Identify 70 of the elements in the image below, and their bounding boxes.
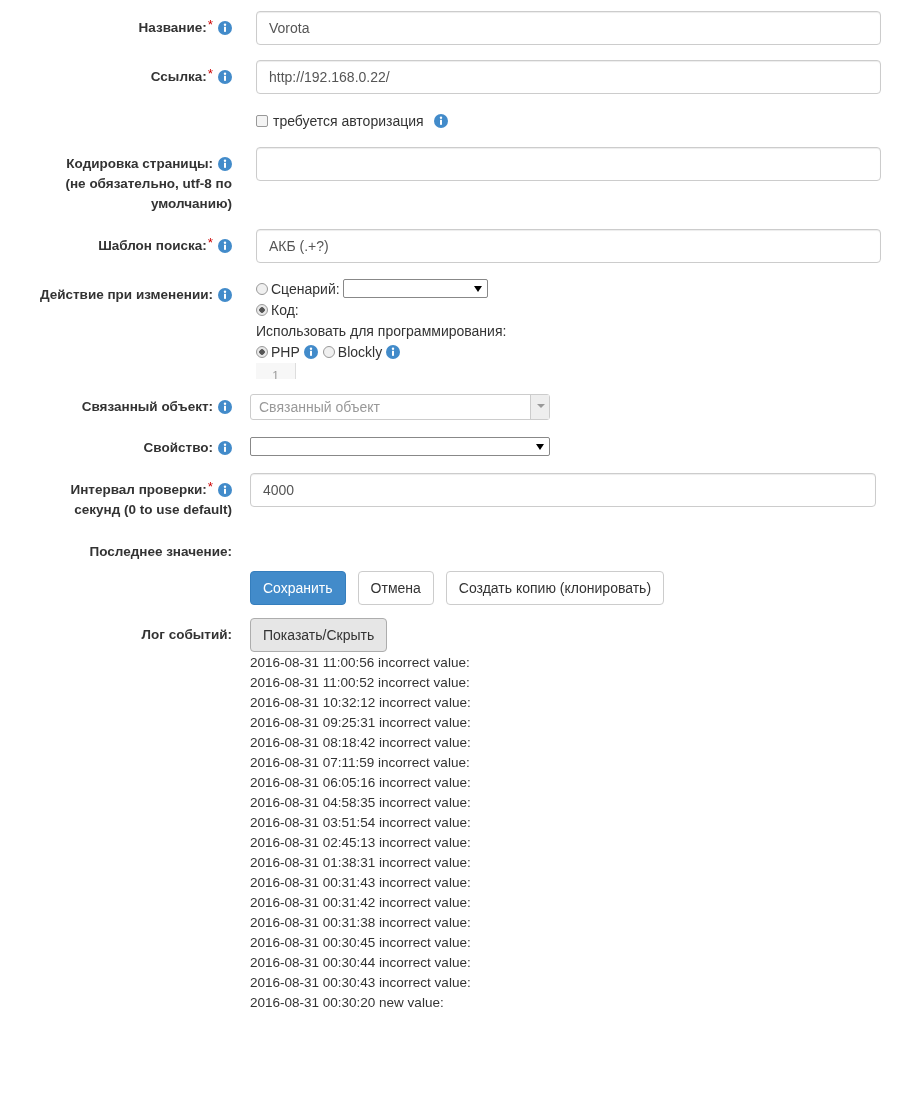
log-entry: 2016-08-31 10:32:12 incorrect value: (250, 694, 471, 712)
scenario-select[interactable] (342, 279, 488, 298)
log-entry: 2016-08-31 11:00:56 incorrect value: (250, 654, 470, 672)
info-icon[interactable] (218, 400, 232, 414)
info-icon[interactable] (433, 114, 448, 128)
log-entry: 2016-08-31 00:30:20 new value: (250, 994, 444, 1012)
text-field[interactable]: http://192.168.0.22/ (256, 60, 881, 94)
info-icon[interactable] (218, 70, 232, 84)
log-entry: 2016-08-31 11:00:52 incorrect value: (250, 674, 470, 692)
info-icon[interactable] (218, 441, 232, 455)
log-entry: 2016-08-31 06:05:16 incorrect value: (250, 774, 471, 792)
text-field[interactable] (256, 147, 881, 181)
radio-button[interactable] (256, 303, 268, 316)
log-entry: 2016-08-31 00:30:44 incorrect value: (250, 954, 471, 972)
field-label: Действие при изменении: (39, 286, 213, 304)
field-label: Ссылка: (150, 68, 207, 86)
info-icon[interactable] (218, 239, 232, 253)
field-label: Последнее значение: (89, 543, 232, 561)
info-icon[interactable] (218, 483, 232, 497)
log-entry: 2016-08-31 00:31:43 incorrect value: (250, 874, 471, 892)
radio-label[interactable]: Сценарий: (271, 280, 340, 297)
action-button[interactable]: Отмена (357, 571, 434, 605)
field-label: Свойство: (143, 439, 213, 457)
field-label: Название: (138, 19, 207, 37)
info-icon[interactable] (218, 288, 232, 302)
radio-label[interactable]: PHP (271, 343, 300, 360)
checkbox-label[interactable]: требуется авторизация (273, 113, 424, 129)
log-entry: 2016-08-31 03:51:54 incorrect value: (250, 814, 471, 832)
dropdown-arrow-icon (536, 444, 544, 450)
field-label: Шаблон поиска: (98, 237, 207, 255)
required-asterisk: * (207, 18, 213, 32)
text-field[interactable]: Vorota (256, 11, 881, 45)
info-icon[interactable] (386, 344, 401, 359)
radio-label[interactable]: Blockly (337, 343, 383, 360)
dropdown-arrow-icon (473, 286, 482, 292)
field-label: Связанный объект: (81, 398, 213, 416)
toggle-button[interactable]: Показать/Скрыть (250, 618, 388, 652)
log-entry: 2016-08-31 08:18:42 incorrect value: (250, 734, 471, 752)
language-label: Использовать для программирования: (256, 321, 507, 341)
dropdown-arrow-icon (537, 404, 545, 408)
info-icon[interactable] (218, 157, 232, 171)
radio-button[interactable] (322, 345, 335, 358)
log-entry: 2016-08-31 09:25:31 incorrect value: (250, 714, 471, 732)
log-entry: 2016-08-31 04:58:35 incorrect value: (250, 794, 471, 812)
info-icon[interactable] (303, 344, 318, 359)
checkbox[interactable] (256, 115, 268, 127)
radio-label[interactable]: Код: (271, 301, 299, 318)
log-entry: 2016-08-31 00:31:38 incorrect value: (250, 914, 471, 932)
info-icon[interactable] (218, 21, 232, 35)
log-entry: 2016-08-31 00:31:42 incorrect value: (250, 894, 471, 912)
field-label: Интервал проверки: (70, 481, 207, 499)
required-asterisk: * (207, 67, 213, 81)
required-asterisk: * (207, 236, 213, 250)
field-note: (не обязательно, utf-8 по умолчанию) (64, 175, 232, 213)
log-entry: 2016-08-31 00:30:45 incorrect value: (250, 934, 471, 952)
required-asterisk: * (207, 480, 213, 494)
log-entry: 2016-08-31 00:30:43 incorrect value: (250, 974, 471, 992)
action-button[interactable]: Создать копию (клонировать) (445, 571, 665, 605)
text-field[interactable]: 4000 (250, 473, 876, 507)
log-entry: 2016-08-31 07:11:59 incorrect value: (250, 754, 470, 772)
save-button[interactable]: Сохранить (250, 571, 346, 605)
text-field[interactable]: АКБ (.+?) (256, 229, 881, 263)
log-entry: 2016-08-31 02:45:13 incorrect value: (250, 834, 471, 852)
radio-button[interactable] (256, 282, 268, 295)
property-select[interactable] (250, 437, 550, 456)
log-entry: 2016-08-31 01:38:31 incorrect value: (250, 854, 471, 872)
field-label: Лог событий: (141, 626, 232, 644)
radio-button[interactable] (256, 345, 268, 358)
field-note: секунд (0 to use default) (73, 501, 232, 519)
field-label: Кодировка страницы: (66, 155, 213, 173)
